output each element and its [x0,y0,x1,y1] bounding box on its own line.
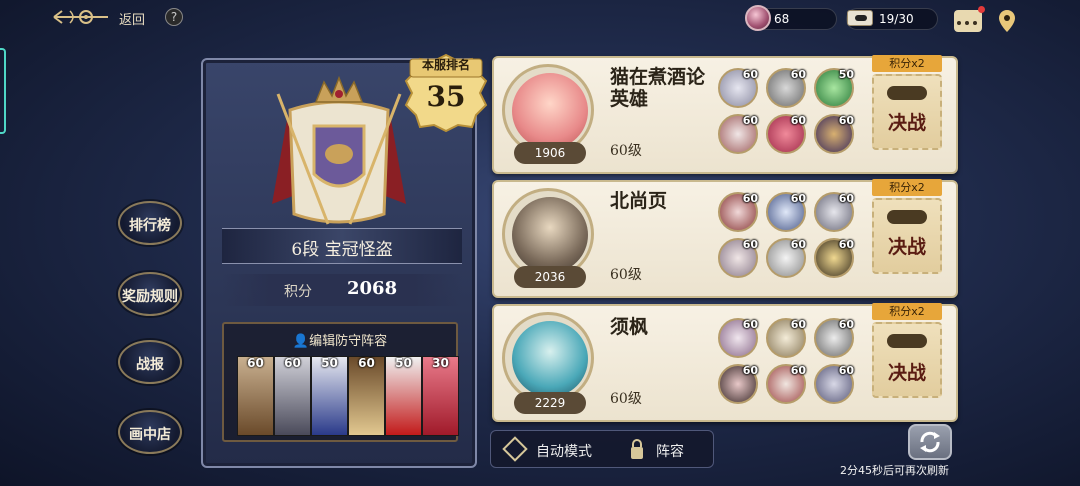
mask-icon [887,334,927,348]
shop-button[interactable]: 画中店 [115,424,185,444]
opponent-power: 1906 [514,142,586,164]
server-rank-title: 本服排名 [421,58,470,72]
chat-icon[interactable] [954,10,982,32]
duel-label[interactable]: 决战 [872,232,942,259]
opponent-hero-level: 60 [790,114,806,127]
opponent-level: 60级 [610,267,642,283]
opponent-hero-level: 60 [790,238,806,251]
mask-icon [887,210,927,224]
score-value: 2068 [347,278,398,299]
reward-rules-button[interactable]: 奖励规则 [115,286,185,306]
defense-hero-level: 60 [358,356,375,370]
score-banner [222,274,462,306]
mask-icon [887,86,927,100]
opponent-hero-level: 60 [790,192,806,205]
opponent-name: 猫在煮酒论英雄 [610,66,706,110]
opponent-hero-level: 60 [742,318,758,331]
opponent-hero-level: 50 [838,68,854,81]
opponent-hero-level: 60 [838,238,854,251]
server-rank-value: 35 [426,80,466,113]
tier-label: 6段 宝冠怪盗 [291,240,393,260]
crystal-icon [745,5,771,31]
opponent-hero-level: 60 [838,318,854,331]
lineup-button[interactable]: 阵容 [656,441,684,461]
opponent-hero-level: 60 [742,192,758,205]
opponent-name: 北尚页 [610,190,668,212]
score-bonus-tag: 积分x2 [872,55,942,72]
battle-report-button[interactable]: 战报 [115,354,185,374]
opponent-hero-level: 60 [838,114,854,127]
opponent-hero-level: 60 [790,364,806,377]
opponent-hero-level: 60 [790,318,806,331]
crystal-count: 68 [774,12,790,26]
person-icon: 👤 [292,334,310,349]
opponent-hero-level: 60 [742,238,758,251]
help-button[interactable]: ? [165,8,183,26]
edit-defense-lineup-button[interactable]: 👤编辑防守阵容 [222,330,458,349]
location-pin-icon[interactable] [998,9,1016,33]
duel-label[interactable]: 决战 [872,108,942,135]
refresh-button[interactable] [908,424,952,460]
defense-hero-level: 30 [432,356,449,370]
opponent-hero-level: 60 [838,364,854,377]
lock-icon[interactable] [630,438,644,460]
score-label: 积分 [284,284,312,300]
crown-crest-icon [272,75,406,225]
opponent-level: 60级 [610,391,642,407]
score-bonus-tag: 积分x2 [872,179,942,196]
leaderboard-button[interactable]: 排行榜 [115,215,185,235]
score-bonus-tag: 积分x2 [872,303,942,320]
opponent-power: 2229 [514,392,586,414]
defense-hero-level: 50 [321,356,338,370]
edit-defense-label: 编辑防守阵容 [309,334,388,349]
opponent-level: 60级 [610,143,642,159]
defense-hero-level: 60 [247,356,264,370]
opponent-hero-level: 60 [742,364,758,377]
opponent-hero-level: 60 [838,192,854,205]
defense-hero-level: 60 [284,356,301,370]
back-label[interactable]: 返回 [119,9,145,28]
back-arrow-icon[interactable] [52,6,116,28]
refresh-icon [920,431,940,453]
opponent-hero-level: 60 [742,68,758,81]
opponent-name: 须枫 [610,316,649,338]
ticket-count: 19/30 [879,12,914,26]
defense-hero-level: 50 [395,356,412,370]
opponent-power: 2036 [514,266,586,288]
opponent-hero-level: 60 [742,114,758,127]
opponent-avatar-image [512,197,588,273]
side-drawer-handle[interactable] [0,48,6,134]
ticket-icon [847,10,873,26]
opponent-avatar-image [512,321,588,397]
auto-mode-button[interactable]: 自动模式 [536,441,592,461]
opponent-avatar-image [512,73,588,149]
opponent-hero-level: 60 [790,68,806,81]
notification-dot [978,6,985,13]
refresh-countdown: 2分45秒后可再次刷新 [840,464,949,477]
duel-label[interactable]: 决战 [872,358,942,385]
